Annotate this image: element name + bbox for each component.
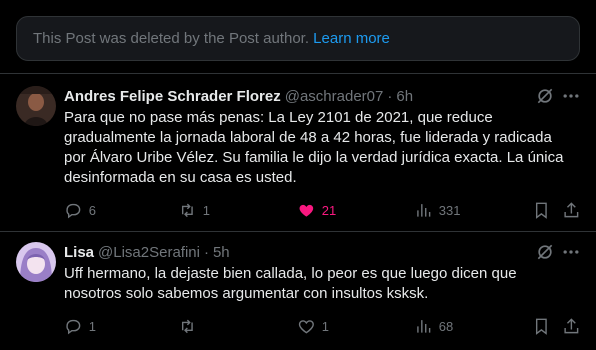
more-icon[interactable]: [561, 242, 581, 262]
bookmark-button[interactable]: [532, 200, 551, 220]
reply-count: 1: [88, 318, 96, 334]
post-text: Uff hermano, la dejaste bien callada, lo…: [64, 264, 564, 304]
repost-button[interactable]: [178, 316, 203, 336]
action-bar: 1 1 68: [0, 316, 596, 336]
like-count: 1: [321, 318, 329, 334]
repost-icon: [181, 319, 193, 333]
like-button[interactable]: 1: [297, 316, 329, 336]
post-header: Andres Felipe Schrader Florez @aschrader…: [64, 86, 413, 106]
share-button[interactable]: [562, 316, 581, 336]
repost-button[interactable]: 1: [178, 200, 210, 220]
bookmark-button[interactable]: [532, 316, 551, 336]
repost-count: 1: [202, 202, 210, 218]
post-text-line: nosotros solo sabemos argumentar con ins…: [64, 285, 429, 302]
avatar[interactable]: [16, 242, 56, 282]
views-icon: [417, 319, 431, 333]
like-icon: [298, 319, 314, 334]
post-text-line: por Álvaro Uribe Vélez. Su familia le di…: [64, 149, 564, 166]
like-button[interactable]: 21: [297, 200, 336, 220]
separator-dot: ·: [387, 87, 393, 105]
views-count: 331: [438, 202, 461, 218]
views-count: 68: [438, 318, 454, 334]
post-lisa[interactable]: Lisa @Lisa2Serafini · 5h Uff hermano, la…: [0, 232, 596, 350]
views-icon: [417, 203, 431, 217]
deleted-notice-text: This Post was deleted by the Post author…: [33, 30, 309, 47]
reply-button[interactable]: 6: [64, 200, 96, 220]
author-name[interactable]: Lisa: [64, 244, 94, 261]
reply-button[interactable]: 1: [64, 316, 96, 336]
grok-icon[interactable]: [535, 86, 555, 106]
more-icon[interactable]: [561, 86, 581, 106]
bookmark-icon: [535, 202, 547, 219]
reply-icon: [66, 319, 81, 335]
reply-icon: [66, 203, 81, 219]
repost-icon: [181, 203, 193, 217]
author-handle[interactable]: @Lisa2Serafini: [98, 244, 200, 261]
grok-icon[interactable]: [535, 242, 555, 262]
post-text-line: desinformada en su casa es usted.: [64, 169, 297, 186]
share-button[interactable]: [562, 200, 581, 220]
post-text: Para que no pase más penas: La Ley 2101 …: [64, 108, 564, 188]
action-bar: 6 1 21 331: [0, 200, 596, 220]
post-text-line: Para que no pase más penas: La Ley 2101 …: [64, 109, 493, 126]
post-aschrader[interactable]: Andres Felipe Schrader Florez @aschrader…: [0, 74, 596, 231]
share-icon: [564, 317, 579, 333]
post-header: Lisa @Lisa2Serafini · 5h: [64, 242, 230, 262]
learn-more-link[interactable]: Learn more: [313, 30, 390, 47]
reply-count: 6: [88, 202, 96, 218]
post-time[interactable]: 6h: [396, 88, 413, 105]
post-text-line: gradualmente la jornada laboral de 48 a …: [64, 129, 552, 146]
like-count: 21: [321, 202, 337, 218]
author-handle[interactable]: @aschrader07: [285, 88, 384, 105]
share-icon: [564, 201, 579, 217]
author-name[interactable]: Andres Felipe Schrader Florez: [64, 88, 281, 105]
avatar[interactable]: [16, 86, 56, 126]
views-button[interactable]: 331: [414, 200, 460, 220]
post-time[interactable]: 5h: [213, 244, 230, 261]
separator-dot: ·: [203, 243, 209, 261]
post-text-line: Uff hermano, la dejaste bien callada, lo…: [64, 265, 517, 282]
like-icon: [299, 204, 314, 217]
bookmark-icon: [535, 318, 547, 335]
deleted-post-notice: This Post was deleted by the Post author…: [16, 16, 580, 61]
views-button[interactable]: 68: [414, 316, 453, 336]
